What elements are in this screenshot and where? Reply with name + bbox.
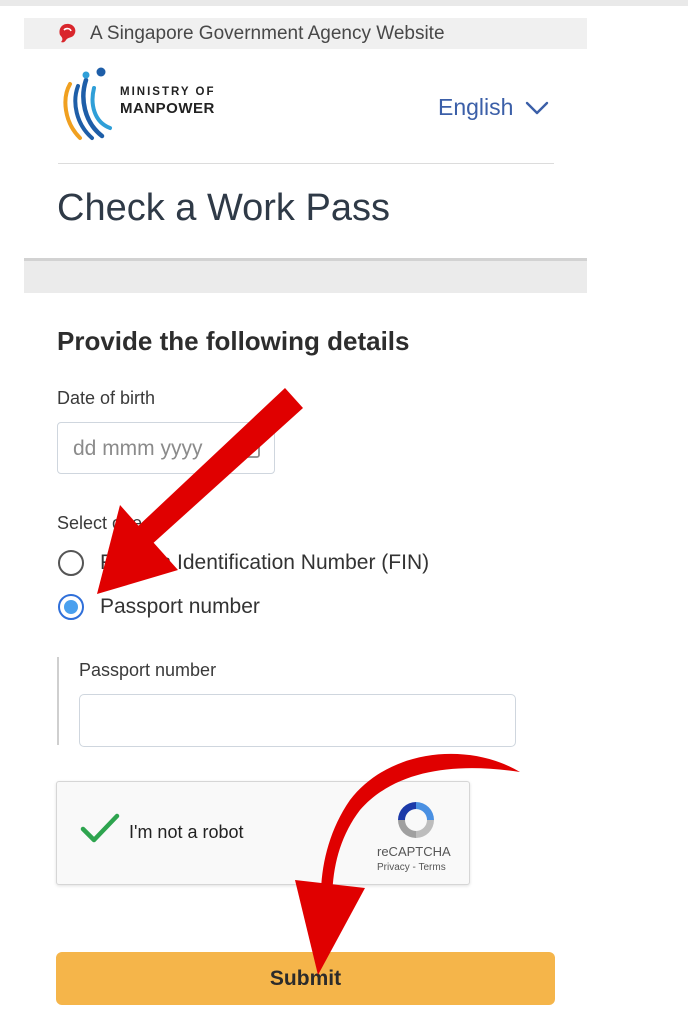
dob-label: Date of birth — [57, 388, 156, 408]
header-divider — [58, 163, 554, 164]
language-dropdown[interactable]: English — [438, 94, 549, 121]
section-band — [24, 258, 587, 293]
mom-logo[interactable] — [56, 64, 120, 148]
dob-input[interactable]: dd mmm yyyy — [57, 422, 275, 474]
dob-placeholder: dd mmm yyyy — [73, 437, 203, 460]
passport-number-input[interactable] — [79, 694, 516, 747]
conditional-field-indicator — [57, 657, 59, 745]
fin-radio-label: Foreign Identification Number (FIN) — [100, 551, 430, 574]
recaptcha-logo-icon — [398, 802, 434, 838]
form-heading: Provide the following details — [57, 326, 410, 356]
language-label: English — [438, 94, 514, 120]
gov-masthead: A Singapore Government Agency Website — [24, 18, 587, 49]
passport-radio[interactable] — [58, 594, 84, 620]
select-one-label: Select one — [57, 513, 143, 533]
recaptcha-links[interactable]: Privacy - Terms — [377, 862, 446, 873]
logo-line1: MINISTRY OF — [120, 86, 216, 98]
submit-button[interactable]: Submit — [56, 952, 555, 1005]
recaptcha-label: I'm not a robot — [129, 822, 244, 842]
passport-radio-label: Passport number — [100, 595, 260, 618]
top-border — [0, 0, 688, 6]
masthead-text: A Singapore Government Agency Website — [90, 23, 445, 44]
lion-head-icon — [59, 23, 76, 43]
checkmark-icon[interactable] — [80, 812, 120, 844]
recaptcha-brand: reCAPTCHA — [377, 844, 451, 859]
submit-label: Submit — [269, 966, 342, 990]
chevron-down-icon — [526, 101, 549, 114]
radio-option-passport[interactable]: Passport number — [58, 594, 260, 620]
fin-radio[interactable] — [58, 550, 84, 576]
calendar-icon — [242, 442, 260, 458]
passport-number-label: Passport number — [79, 660, 217, 680]
recaptcha-widget: I'm not a robot reCAPTCHA Privacy - Term… — [56, 781, 470, 885]
logo-line2: MANPOWER — [120, 100, 215, 117]
page-title: Check a Work Pass — [57, 187, 390, 229]
radio-option-fin[interactable]: Foreign Identification Number (FIN) — [58, 550, 429, 576]
